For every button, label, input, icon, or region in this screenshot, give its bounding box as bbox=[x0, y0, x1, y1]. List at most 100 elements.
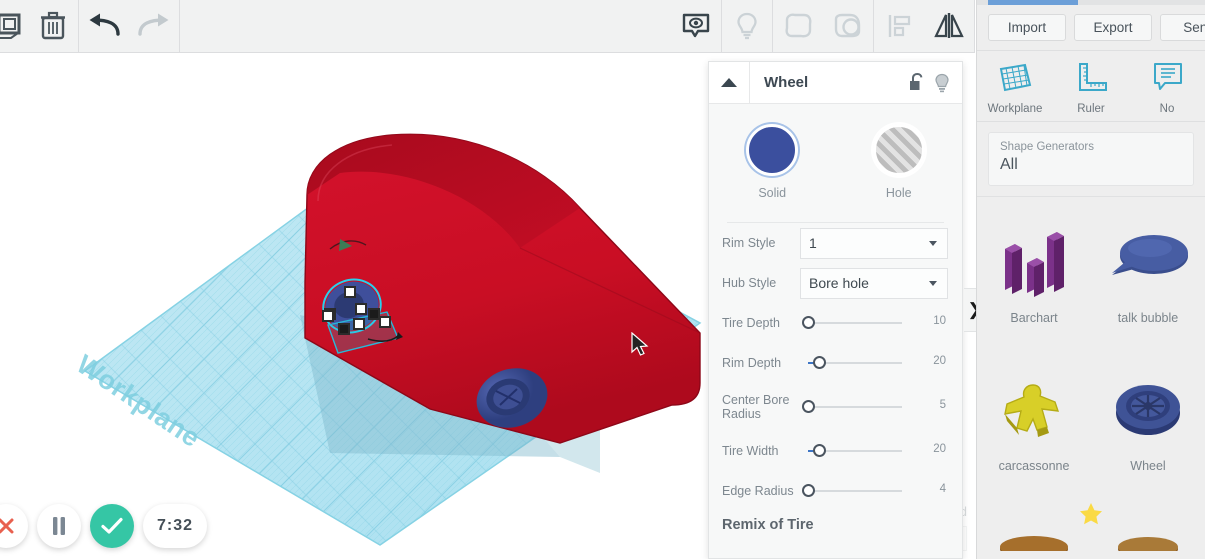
rim-style-select[interactable]: 1 bbox=[800, 227, 948, 259]
resize-handle[interactable] bbox=[353, 318, 365, 330]
app-root: Workplane Edit Grid Snap Grid 1.0 mm Whe… bbox=[0, 0, 1205, 559]
ungroup-button[interactable] bbox=[823, 0, 873, 53]
hole-label: Hole bbox=[885, 186, 912, 200]
shape-talk-bubble-label: talk bubble bbox=[1117, 311, 1179, 325]
resize-handle[interactable] bbox=[355, 303, 367, 315]
shape-barchart-label: Barchart bbox=[1010, 311, 1058, 325]
tire-depth-slider[interactable]: 10 bbox=[800, 313, 948, 333]
edge-radius-slider[interactable]: 4 bbox=[800, 481, 948, 501]
wheel-art bbox=[1100, 367, 1196, 453]
property-row-edge-radius: Edge Radius 4 bbox=[709, 471, 962, 511]
chevron-down-icon bbox=[929, 281, 937, 286]
slider-track bbox=[808, 406, 902, 408]
mirror-flip-icon bbox=[934, 13, 964, 38]
hub-style-label: Hub Style bbox=[722, 276, 777, 290]
slider-knob[interactable] bbox=[802, 484, 815, 497]
shape-wheel-label: Wheel bbox=[1130, 459, 1166, 473]
shape-barchart[interactable]: Barchart bbox=[977, 209, 1091, 357]
tire-width-value: 20 bbox=[933, 443, 946, 455]
pause-icon bbox=[53, 517, 65, 535]
group-button[interactable] bbox=[773, 0, 823, 53]
tire-width-label: Tire Width bbox=[722, 444, 779, 458]
workplane-grid-icon bbox=[999, 63, 1032, 92]
shape-generators-select[interactable]: Shape Generators All bbox=[988, 132, 1194, 186]
shape-row-partial bbox=[977, 529, 1205, 551]
show-hide-button[interactable] bbox=[671, 0, 721, 53]
import-button[interactable]: Import bbox=[988, 14, 1066, 41]
triangle-up-icon bbox=[721, 78, 737, 87]
resize-handle[interactable] bbox=[338, 323, 350, 335]
pause-button[interactable] bbox=[37, 504, 81, 548]
solid-label: Solid bbox=[758, 186, 787, 200]
shape-generators-value: All bbox=[1000, 156, 1018, 173]
sidebar-tools: Workplane Ruler No bbox=[977, 51, 1205, 122]
resize-handle[interactable] bbox=[344, 286, 356, 298]
star-icon[interactable] bbox=[1078, 501, 1104, 527]
hole-pattern-swatch[interactable] bbox=[872, 124, 925, 176]
slider-track bbox=[808, 490, 902, 492]
slider-knob[interactable] bbox=[802, 316, 815, 329]
redo-arrow-icon bbox=[138, 13, 169, 36]
shape-carcassonne[interactable]: carcassonne bbox=[977, 357, 1091, 505]
partial-shape-left[interactable] bbox=[997, 529, 1071, 551]
talk-bubble-art bbox=[1100, 219, 1196, 305]
edge-radius-label: Edge Radius bbox=[722, 484, 794, 498]
shape-library-grid: Barchart talk bubble carcassonne Wheel bbox=[977, 197, 1205, 505]
resize-handle[interactable] bbox=[322, 310, 334, 322]
property-row-tire-width: Tire Width 20 bbox=[709, 431, 962, 471]
export-button[interactable]: Export bbox=[1074, 14, 1152, 41]
shape-wheel[interactable]: Wheel bbox=[1091, 357, 1205, 505]
shape-properties-panel: Wheel Solid Hole Rim Style 1 Hub Style B… bbox=[708, 61, 963, 559]
shape-generators-caption: Shape Generators bbox=[1000, 141, 1094, 153]
shape-name-label: Wheel bbox=[764, 74, 809, 91]
center-bore-radius-slider[interactable]: 5 bbox=[800, 397, 948, 417]
close-x-icon bbox=[0, 518, 14, 534]
solid-mode-option[interactable]: Solid bbox=[709, 124, 836, 200]
timer-display[interactable]: 7:32 bbox=[143, 504, 208, 548]
slider-knob[interactable] bbox=[813, 356, 826, 369]
sidebar-tabbar bbox=[977, 0, 1205, 5]
undo-arrow-icon bbox=[89, 13, 120, 36]
property-row-center-bore-radius: Center Bore Radius 5 bbox=[709, 383, 962, 431]
partial-shape-right[interactable] bbox=[1111, 529, 1185, 551]
ruler-tool[interactable]: Ruler bbox=[1053, 59, 1129, 115]
sidebar-active-tab-indicator[interactable] bbox=[988, 0, 1078, 5]
lightbulb-icon bbox=[737, 12, 757, 40]
check-icon bbox=[101, 517, 123, 534]
top-toolbar bbox=[0, 0, 975, 53]
group-shapes-icon bbox=[785, 13, 812, 38]
hole-mode-option[interactable]: Hole bbox=[836, 124, 963, 200]
redo-button[interactable] bbox=[129, 0, 179, 53]
edit-tool-group bbox=[0, 0, 78, 53]
close-button[interactable] bbox=[0, 504, 28, 548]
workplane-tool[interactable]: Workplane bbox=[977, 59, 1053, 115]
shape-talk-bubble[interactable]: talk bubble bbox=[1091, 209, 1205, 357]
align-icon bbox=[888, 15, 911, 37]
lock-toggle-button[interactable] bbox=[909, 73, 924, 92]
undo-button[interactable] bbox=[79, 0, 129, 53]
rim-depth-slider[interactable]: 20 bbox=[800, 353, 948, 373]
note-tool[interactable]: No bbox=[1129, 59, 1205, 115]
tire-width-slider[interactable]: 20 bbox=[800, 441, 948, 461]
slider-knob[interactable] bbox=[802, 400, 815, 413]
tire-depth-value: 10 bbox=[933, 315, 946, 327]
hub-style-select[interactable]: Bore hole bbox=[800, 267, 948, 299]
delete-button[interactable] bbox=[28, 0, 78, 53]
hint-bulb-button[interactable] bbox=[934, 73, 950, 93]
slider-knob[interactable] bbox=[813, 444, 826, 457]
mirror-button[interactable] bbox=[924, 0, 974, 53]
shape-carcassonne-label: carcassonne bbox=[998, 459, 1070, 473]
properties-panel-header: Wheel bbox=[709, 62, 962, 104]
send-to-button[interactable]: Send bbox=[1160, 14, 1205, 41]
collapse-panel-button[interactable] bbox=[709, 62, 750, 103]
confirm-button[interactable] bbox=[90, 504, 134, 548]
trash-icon bbox=[41, 11, 65, 40]
resize-handle[interactable] bbox=[379, 316, 391, 328]
duplicate-button[interactable] bbox=[0, 0, 28, 53]
align-button[interactable] bbox=[874, 0, 924, 53]
hint-button[interactable] bbox=[722, 0, 772, 53]
history-tool-group bbox=[79, 0, 179, 53]
solid-color-swatch[interactable] bbox=[746, 124, 799, 176]
ruler-tool-label: Ruler bbox=[1077, 103, 1105, 115]
slider-track bbox=[808, 322, 902, 324]
